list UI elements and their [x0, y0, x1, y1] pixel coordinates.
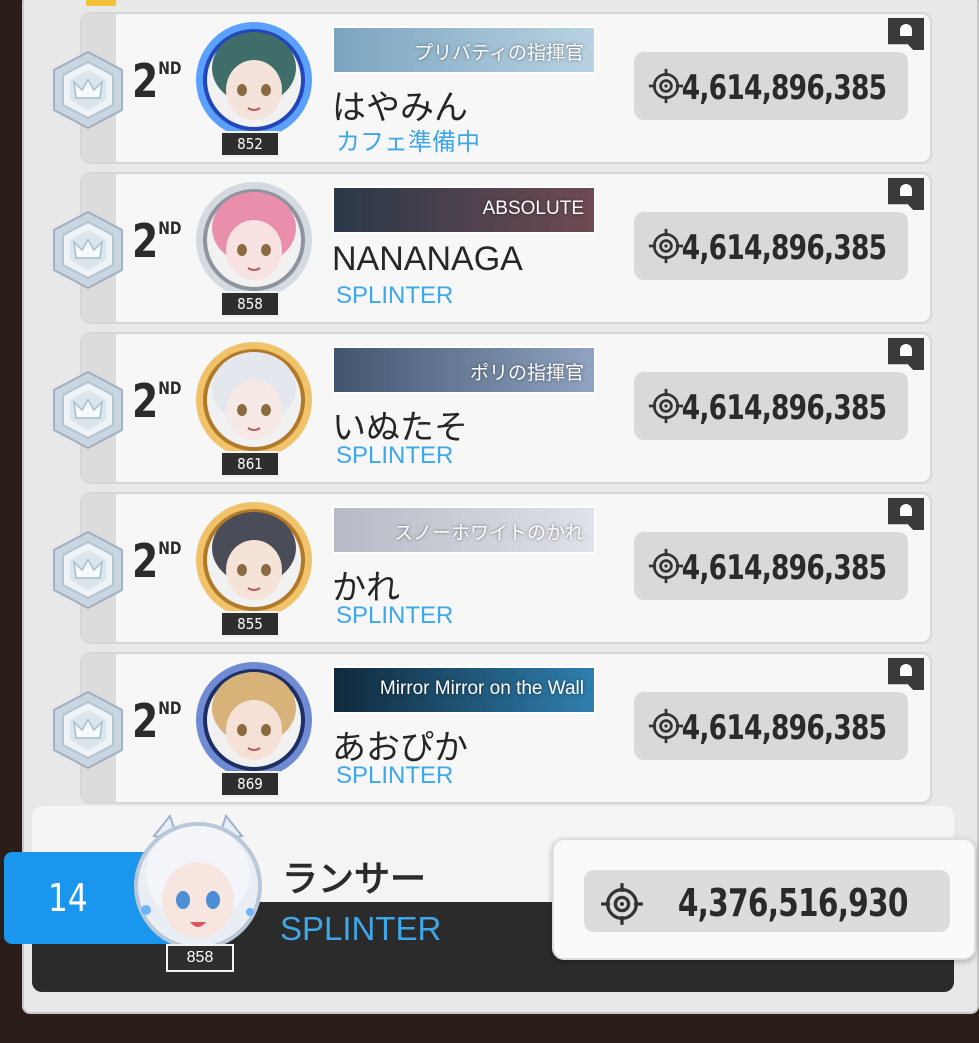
- chat-bubble-icon[interactable]: [888, 18, 924, 50]
- score-value: 4,614,896,385: [681, 548, 886, 588]
- banner-text: プリバティの指揮官: [414, 43, 584, 64]
- ranking-row[interactable]: 2ND 861 ポリの指揮官 いぬたそ SPLINTER 4,614,896,3…: [53, 332, 932, 484]
- player-name: NANANAGA: [332, 240, 523, 278]
- title-banner: ABSOLUTE: [332, 186, 596, 234]
- crosshair-target-icon: [601, 883, 643, 925]
- score-value: 4,614,896,385: [681, 388, 886, 428]
- self-score-box: 4,376,516,930: [584, 870, 950, 932]
- crosshair-target-icon: [648, 548, 684, 584]
- avatar-portrait: [196, 22, 312, 138]
- crown-hexagon-icon: [53, 690, 123, 770]
- crown-hexagon-icon: [53, 210, 123, 290]
- rank-label: 2ND: [132, 694, 182, 748]
- level-badge: 852: [220, 131, 280, 157]
- ranking-row[interactable]: 2ND 852 プリバティの指揮官 はやみん カフェ準備中 4,614,896,…: [53, 12, 932, 164]
- title-banner: ポリの指揮官: [332, 346, 596, 394]
- self-union-name: SPLINTER: [280, 910, 442, 947]
- banner-text: スノーホワイトのかれ: [393, 523, 584, 544]
- level-badge: 858: [220, 291, 280, 317]
- avatar-portrait: [196, 182, 312, 298]
- self-player-name: ランサー: [282, 858, 427, 899]
- crown-hexagon-icon: [53, 50, 123, 130]
- crosshair-target-icon: [648, 388, 684, 424]
- player-avatar[interactable]: 852: [186, 20, 322, 160]
- union-name: SPLINTER: [336, 762, 454, 789]
- player-avatar[interactable]: 861: [186, 340, 322, 480]
- player-avatar[interactable]: 858: [186, 180, 322, 320]
- union-name: SPLINTER: [336, 602, 454, 629]
- self-avatar[interactable]: 858: [118, 813, 278, 974]
- score-value: 4,614,896,385: [681, 228, 886, 268]
- banner-text: Mirror Mirror on the Wall: [379, 678, 584, 699]
- self-score-value: 4,376,516,930: [678, 881, 909, 925]
- rank-label: 2ND: [132, 214, 182, 268]
- level-badge: 855: [220, 611, 280, 637]
- ranking-row[interactable]: 2ND 858 ABSOLUTE NANANAGA SPLINTER 4,614…: [53, 172, 932, 324]
- score-box: 4,614,896,385: [634, 212, 908, 280]
- crosshair-target-icon: [648, 228, 684, 264]
- union-name: SPLINTER: [336, 282, 454, 309]
- top-accent-bar: [86, 0, 116, 6]
- score-box: 4,614,896,385: [634, 52, 908, 120]
- score-box: 4,614,896,385: [634, 372, 908, 440]
- score-value: 4,614,896,385: [681, 708, 886, 748]
- crosshair-target-icon: [648, 68, 684, 104]
- union-name: カフェ準備中: [336, 129, 480, 156]
- score-value: 4,614,896,385: [681, 68, 886, 108]
- banner-text: ポリの指揮官: [469, 363, 584, 384]
- chat-bubble-icon[interactable]: [888, 338, 924, 370]
- chat-bubble-icon[interactable]: [888, 658, 924, 690]
- level-badge: 861: [220, 451, 280, 477]
- rank-label: 2ND: [132, 54, 182, 108]
- avatar-portrait: [196, 662, 312, 778]
- self-level-badge: 858: [166, 944, 234, 972]
- banner-text: ABSOLUTE: [482, 198, 584, 219]
- self-score-card: 4,376,516,930: [552, 838, 976, 960]
- ranking-row[interactable]: 2ND 855 スノーホワイトのかれ かれ SPLINTER 4,614,896…: [53, 492, 932, 644]
- ranking-row[interactable]: 2ND 869 Mirror Mirror on the Wall あおぴか S…: [53, 652, 932, 804]
- avatar-portrait: [196, 502, 312, 618]
- player-avatar[interactable]: 855: [186, 500, 322, 640]
- score-box: 4,614,896,385: [634, 692, 908, 760]
- rank-label: 2ND: [132, 374, 182, 428]
- crown-hexagon-icon: [53, 370, 123, 450]
- crosshair-target-icon: [648, 708, 684, 744]
- chat-bubble-icon[interactable]: [888, 498, 924, 530]
- title-banner: スノーホワイトのかれ: [332, 506, 596, 554]
- rank-label: 2ND: [132, 534, 182, 588]
- score-box: 4,614,896,385: [634, 532, 908, 600]
- level-badge: 869: [220, 771, 280, 797]
- crown-hexagon-icon: [53, 530, 123, 610]
- self-avatar-portrait: [134, 813, 262, 950]
- avatar-portrait: [196, 342, 312, 458]
- chat-bubble-icon[interactable]: [888, 178, 924, 210]
- union-name: SPLINTER: [336, 442, 454, 469]
- player-avatar[interactable]: 869: [186, 660, 322, 800]
- title-banner: プリバティの指揮官: [332, 26, 596, 74]
- title-banner: Mirror Mirror on the Wall: [332, 666, 596, 714]
